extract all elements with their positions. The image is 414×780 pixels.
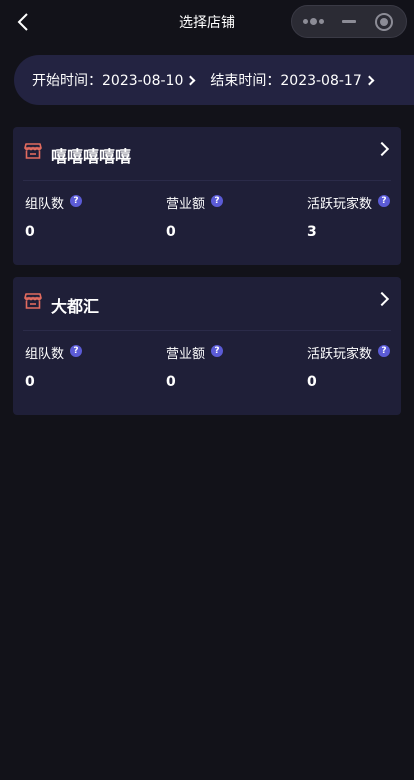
store-name: 大都汇 [51,297,100,316]
minimize-icon [341,20,356,23]
chevron-right-icon [374,141,390,157]
store-icon [24,293,42,309]
question-icon[interactable]: ? [211,194,224,207]
close-button[interactable] [363,6,406,37]
question-icon[interactable]: ? [70,194,83,207]
stat-active-players: 活跃玩家数? 0 [307,343,391,390]
page: 选择店铺 开始时间：2023-08-10 结束时间：2023-08-17 嘻嘻嘻… [0,0,414,780]
question-icon[interactable]: ? [211,344,224,357]
stat-active-players: 活跃玩家数? 3 [307,193,391,240]
stat-revenue: 营业额? 0 [166,193,224,240]
stat-revenue: 营业额? 0 [166,343,224,390]
question-icon[interactable]: ? [70,344,83,357]
stat-value: 0 [307,374,317,390]
stat-label: 营业额 [166,197,206,212]
store-card: 嘻嘻嘻嘻嘻 组队数? 0 营业额? 0 活跃玩家数? 3 [13,127,401,265]
target-close-icon [375,12,394,31]
stat-label: 组队数 [25,347,65,362]
question-icon[interactable]: ? [378,344,391,357]
chevron-right-icon [374,291,390,307]
stat-value: 0 [25,374,35,390]
chevron-right-icon [185,75,196,86]
minimize-button[interactable] [335,6,363,37]
stat-label: 活跃玩家数 [307,347,373,362]
store-icon [24,143,42,159]
nav-bar: 选择店铺 [0,0,414,44]
store-card-header[interactable]: 大都汇 [13,277,401,331]
stat-team-count: 组队数? 0 [25,193,83,240]
stat-label: 活跃玩家数 [307,197,373,212]
divider [23,330,391,331]
store-name: 嘻嘻嘻嘻嘻 [51,147,132,166]
stat-team-count: 组队数? 0 [25,343,83,390]
more-button[interactable] [292,6,335,37]
store-card-header[interactable]: 嘻嘻嘻嘻嘻 [13,127,401,181]
store-card: 大都汇 组队数? 0 营业额? 0 活跃玩家数? 0 [13,277,401,415]
stat-label: 组队数 [25,197,65,212]
more-dots-icon [303,18,325,25]
question-icon[interactable]: ? [378,194,391,207]
end-date-picker[interactable]: 结束时间：2023-08-17 [210,70,375,90]
start-date-label: 开始时间：2023-08-10 [32,73,184,89]
date-filter-bar: 开始时间：2023-08-10 结束时间：2023-08-17 [14,55,414,105]
stat-value: 3 [307,224,317,240]
chevron-right-icon [364,75,375,86]
mini-program-capsule [291,5,407,38]
stat-label: 营业额 [166,347,206,362]
divider [23,180,391,181]
start-date-picker[interactable]: 开始时间：2023-08-10 [32,70,196,90]
stat-value: 0 [166,224,176,240]
stat-value: 0 [166,374,176,390]
end-date-label: 结束时间：2023-08-17 [210,73,362,89]
stat-value: 0 [25,224,35,240]
